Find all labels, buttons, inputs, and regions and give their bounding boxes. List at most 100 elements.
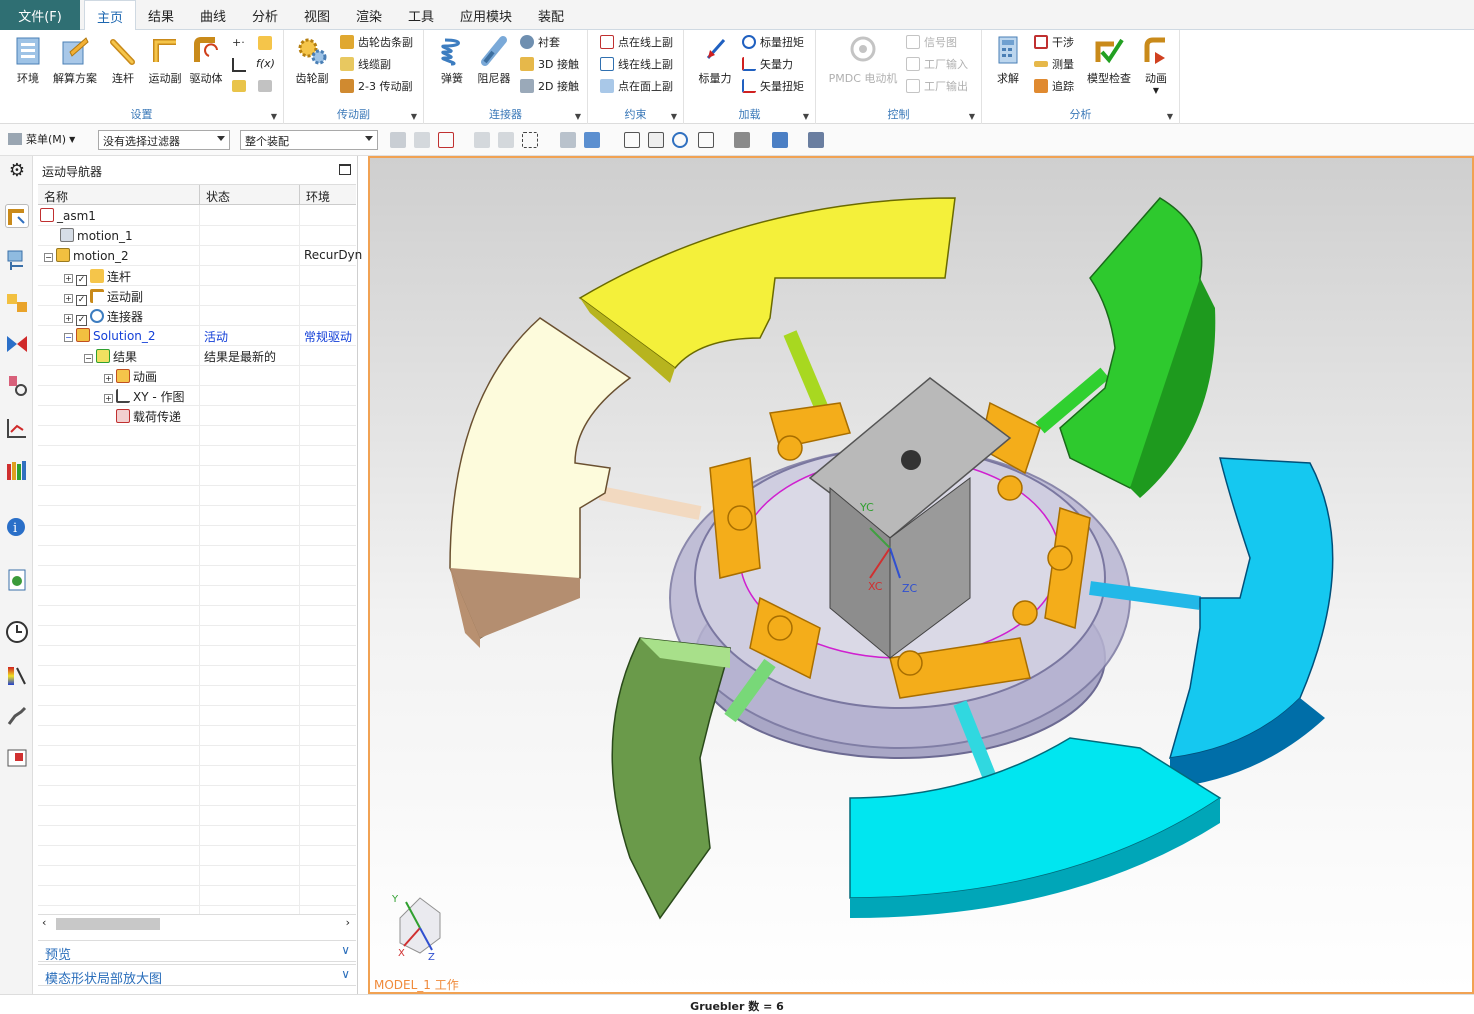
- orient-view-icon[interactable]: [698, 132, 714, 148]
- tab-tools[interactable]: 工具: [398, 0, 444, 30]
- select-tool-icon[interactable]: [390, 132, 406, 148]
- contact-2d-button[interactable]: 2D 接触: [520, 76, 579, 96]
- expand-icon[interactable]: +: [104, 394, 113, 403]
- group-control-more-icon[interactable]: ▼: [969, 112, 975, 121]
- group-connector-more-icon[interactable]: ▼: [575, 112, 581, 121]
- scroll-thumb[interactable]: [56, 918, 160, 930]
- tab-results[interactable]: 结果: [138, 0, 184, 30]
- vector-force-button[interactable]: 矢量力: [742, 54, 793, 74]
- expand-icon[interactable]: +: [64, 314, 73, 323]
- mode-shape-panel[interactable]: 模态形状局部放大图 ∨: [38, 964, 356, 987]
- group-setup-more-icon[interactable]: ▼: [271, 112, 277, 121]
- signal-chart-button[interactable]: 信号图: [906, 32, 957, 52]
- horizontal-scrollbar[interactable]: ‹ ›: [38, 914, 356, 932]
- point-snap-icon[interactable]: [438, 132, 454, 148]
- rack-pinion-button[interactable]: 齿轮齿条副: [340, 32, 413, 52]
- file-menu-button[interactable]: 文件(F): [0, 0, 80, 30]
- info-icon[interactable]: i: [5, 514, 29, 538]
- settings-gear-icon[interactable]: ⚙: [5, 160, 29, 184]
- tab-home[interactable]: 主页: [84, 0, 136, 31]
- roles-icon[interactable]: [5, 458, 29, 482]
- group-analysis-more-icon[interactable]: ▼: [1167, 112, 1173, 121]
- damper-button[interactable]: 阻尼器: [474, 34, 514, 86]
- transmission-2-3-button[interactable]: 2-3 传动副: [340, 76, 412, 96]
- scalar-force-button[interactable]: 标量力: [692, 34, 738, 86]
- pmdc-motor-button[interactable]: PMDC 电动机: [826, 34, 900, 86]
- group-load-more-icon[interactable]: ▼: [803, 112, 809, 121]
- coordinate-icon[interactable]: [232, 58, 246, 72]
- measure-icon[interactable]: [232, 80, 246, 92]
- tab-applications[interactable]: 应用模块: [450, 0, 522, 30]
- visualization-icon[interactable]: [5, 664, 29, 688]
- bushing-button[interactable]: 衬套: [520, 32, 560, 52]
- tree-row-joints[interactable]: + ✓ 运动副: [38, 286, 356, 306]
- tree-row-animation[interactable]: + 动画: [38, 366, 356, 386]
- constraint-navigator-icon[interactable]: [5, 290, 29, 314]
- expand-icon[interactable]: +: [104, 374, 113, 383]
- solve-button[interactable]: 求解: [988, 34, 1028, 86]
- point-on-surface-button[interactable]: 点在面上副: [600, 76, 673, 96]
- marker-icon[interactable]: [258, 36, 272, 50]
- tree-row-motion-1[interactable]: motion_1: [38, 226, 356, 246]
- tab-analysis[interactable]: 分析: [242, 0, 288, 30]
- tree-row-load-transfer[interactable]: 载荷传递: [38, 406, 356, 426]
- group-transmission-more-icon[interactable]: ▼: [411, 112, 417, 121]
- collapse-icon[interactable]: −: [64, 333, 73, 342]
- render-style-icon[interactable]: [734, 132, 750, 148]
- cable-button[interactable]: 线缆副: [340, 54, 391, 74]
- mechanism-model[interactable]: [370, 158, 1472, 992]
- select-body-icon[interactable]: [560, 132, 576, 148]
- fit-view-icon[interactable]: [624, 132, 640, 148]
- scalar-torque-button[interactable]: 标量扭矩: [742, 32, 804, 52]
- tab-view[interactable]: 视图: [294, 0, 340, 30]
- assembly-navigator-icon[interactable]: [5, 248, 29, 272]
- part-navigator-icon[interactable]: [5, 332, 29, 356]
- solution-button[interactable]: 解算方案: [52, 34, 98, 86]
- column-environment[interactable]: 环境: [300, 185, 356, 206]
- selection-scope-select[interactable]: 整个装配: [240, 130, 378, 150]
- animation-dropdown-icon[interactable]: ▼: [1136, 86, 1176, 95]
- maximize-icon[interactable]: [339, 164, 351, 175]
- expand-icon[interactable]: +: [64, 274, 73, 283]
- box-select-icon[interactable]: [522, 132, 538, 148]
- graphics-viewport[interactable]: YC XC ZC Y X Z MODEL_1 工作: [368, 156, 1474, 994]
- tab-curve[interactable]: 曲线: [190, 0, 236, 30]
- tab-assembly[interactable]: 装配: [526, 0, 576, 30]
- motion-navigator-icon[interactable]: [5, 204, 29, 228]
- pointer-icon[interactable]: [258, 80, 272, 92]
- tree-row-asm1[interactable]: _asm1: [38, 206, 356, 226]
- scroll-left-icon[interactable]: ‹: [42, 916, 46, 929]
- expand-icon[interactable]: +: [64, 294, 73, 303]
- move-tool-icon[interactable]: [474, 132, 490, 148]
- vector-torque-button[interactable]: 矢量扭矩: [742, 76, 804, 96]
- tree-row-connectors[interactable]: + ✓ 连接器: [38, 306, 356, 326]
- reuse-library-icon[interactable]: [5, 374, 29, 398]
- tree-row-solution-2[interactable]: − Solution_2 活动 常规驱动: [38, 326, 356, 346]
- tree-row-xy-graph[interactable]: + XY - 作图: [38, 386, 356, 406]
- preview-panel[interactable]: 预览 ∨: [38, 940, 356, 963]
- trace-button[interactable]: 追踪: [1034, 76, 1074, 96]
- group-constraint-more-icon[interactable]: ▼: [671, 112, 677, 121]
- plant-output-button[interactable]: 工厂输出: [906, 76, 968, 96]
- model-check-button[interactable]: 模型检查: [1084, 34, 1134, 86]
- selection-filter-select[interactable]: 没有选择过滤器: [98, 130, 230, 150]
- add-point-icon[interactable]: +·: [232, 36, 246, 50]
- display-options-icon[interactable]: [808, 132, 824, 148]
- scroll-right-icon[interactable]: ›: [346, 916, 350, 929]
- hd3d-tools-icon[interactable]: [5, 416, 29, 440]
- measure-button[interactable]: 测量: [1034, 54, 1074, 74]
- link-button[interactable]: 连杆: [103, 34, 143, 86]
- contact-3d-button[interactable]: 3D 接触: [520, 54, 579, 74]
- history-clock-icon[interactable]: [5, 620, 29, 644]
- web-browser-icon[interactable]: [5, 568, 29, 592]
- zoom-icon[interactable]: [648, 132, 664, 148]
- tree-row-links[interactable]: + ✓ 连杆: [38, 266, 356, 286]
- visibility-checkbox[interactable]: ✓: [76, 315, 87, 326]
- snap-tool-icon[interactable]: [414, 132, 430, 148]
- menu-dropdown[interactable]: 菜单(M) ▼: [8, 131, 75, 147]
- plant-input-button[interactable]: 工厂输入: [906, 54, 968, 74]
- spring-button[interactable]: 弹簧: [432, 34, 472, 86]
- curve-on-curve-button[interactable]: 线在线上副: [600, 54, 673, 74]
- select-face-icon[interactable]: [584, 132, 600, 148]
- column-name[interactable]: 名称: [38, 185, 200, 206]
